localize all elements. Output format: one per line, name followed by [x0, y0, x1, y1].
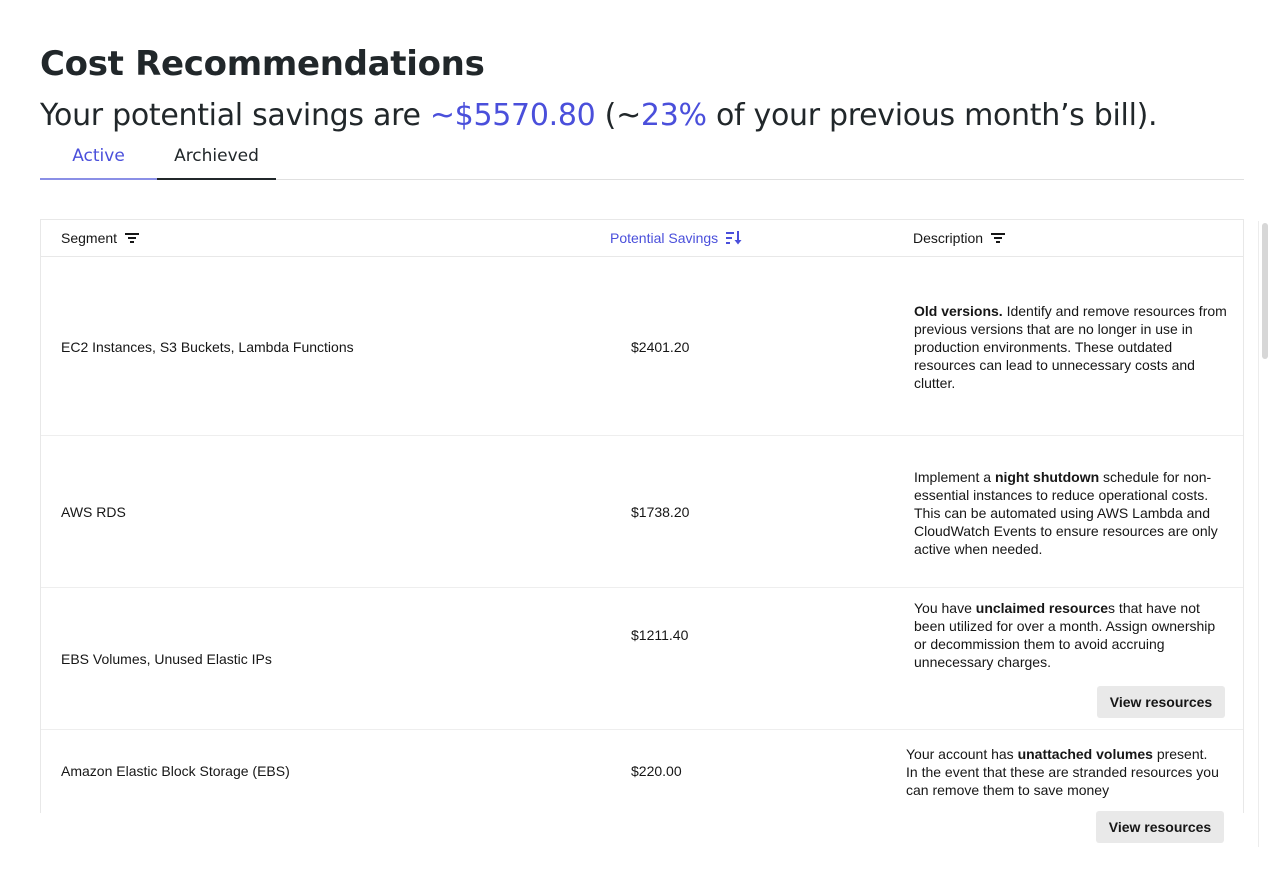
description-cell: Your account has unattached volumes pres…: [906, 745, 1222, 799]
tab-archieved[interactable]: Archieved: [157, 140, 276, 180]
filter-icon[interactable]: [991, 232, 1006, 244]
segment-cell: EBS Volumes, Unused Elastic IPs: [61, 651, 272, 667]
recommendations-table: Segment Potential Savings Description EC: [40, 219, 1244, 813]
column-label: Potential Savings: [610, 230, 719, 246]
segment-cell: EC2 Instances, S3 Buckets, Lambda Functi…: [61, 339, 354, 355]
table-row[interactable]: EBS Volumes, Unused Elastic IPs $1211.40…: [41, 588, 1243, 730]
tab-bar: Active Archieved: [40, 140, 1244, 180]
description-cell: Old versions. Identify and remove resour…: [914, 302, 1230, 392]
column-label: Segment: [61, 230, 118, 246]
column-label: Description: [913, 230, 984, 246]
savings-cell: $2401.20: [631, 339, 690, 355]
segment-cell: Amazon Elastic Block Storage (EBS): [61, 763, 290, 779]
column-header-description[interactable]: Description: [913, 220, 1006, 256]
table-row[interactable]: Amazon Elastic Block Storage (EBS) $220.…: [41, 730, 1243, 813]
description-highlight: unattached volumes: [1017, 746, 1153, 762]
sort-descending-icon[interactable]: [726, 231, 742, 245]
description-cell: Implement a night shutdown schedule for …: [914, 468, 1230, 558]
savings-cell: $1738.20: [631, 504, 690, 520]
description-highlight: unclaimed resource: [975, 600, 1109, 616]
description-cell: You have unclaimed resources that have n…: [914, 599, 1230, 671]
vertical-scrollbar[interactable]: [1258, 221, 1270, 847]
page-title: Cost Recommendations: [40, 44, 485, 84]
savings-cell: $1211.40: [631, 627, 689, 643]
column-header-segment[interactable]: Segment: [61, 220, 140, 256]
table-row[interactable]: EC2 Instances, S3 Buckets, Lambda Functi…: [41, 257, 1243, 436]
savings-cell: $220.00: [631, 763, 682, 779]
description-text: You have: [914, 600, 976, 616]
tab-active[interactable]: Active: [40, 140, 157, 180]
description-highlight: night shutdown: [994, 469, 1100, 485]
column-header-savings[interactable]: Potential Savings: [610, 220, 742, 256]
segment-cell: AWS RDS: [61, 504, 126, 520]
cost-recommendations-page: Cost Recommendations Your potential savi…: [0, 0, 1284, 887]
view-resources-button[interactable]: View resources: [1097, 686, 1225, 718]
savings-summary: Your potential savings are ~$5570.80 (~2…: [40, 98, 1158, 133]
table-row[interactable]: AWS RDS $1738.20 Implement a night shutd…: [41, 436, 1243, 588]
description-highlight: Old versions.: [914, 303, 1003, 319]
summary-prefix: Your potential savings are: [40, 98, 430, 133]
summary-mid: (~: [595, 98, 642, 133]
view-resources-button[interactable]: View resources: [1096, 811, 1224, 843]
description-text: Implement a: [914, 469, 995, 485]
table-header: Segment Potential Savings Description: [41, 220, 1243, 257]
scrollbar-thumb[interactable]: [1262, 223, 1268, 359]
summary-percent: 23%: [640, 98, 707, 133]
summary-amount: ~$5570.80: [429, 98, 596, 133]
description-text: Your account has: [906, 746, 1018, 762]
filter-icon[interactable]: [125, 232, 140, 244]
summary-suffix: of your previous month’s bill).: [706, 98, 1158, 133]
